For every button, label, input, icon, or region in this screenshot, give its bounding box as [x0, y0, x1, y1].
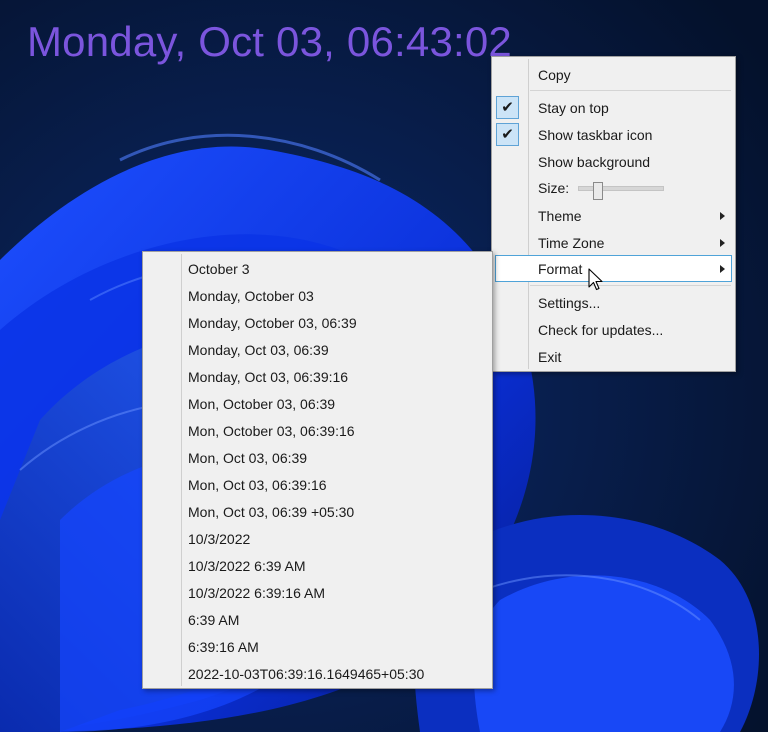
submenu-arrow-icon — [720, 239, 725, 247]
menu-item-show-background[interactable]: Show background — [492, 148, 735, 175]
menu-separator — [530, 285, 731, 286]
format-option[interactable]: 10/3/2022 6:39:16 AM — [143, 579, 492, 606]
menu-item-show-taskbar-icon[interactable]: ✔ Show taskbar icon — [492, 121, 735, 148]
menu-item-exit[interactable]: Exit — [492, 343, 735, 370]
format-option[interactable]: 10/3/2022 — [143, 525, 492, 552]
menu-item-copy[interactable]: Copy — [492, 61, 735, 88]
format-option-label: Monday, October 03 — [188, 288, 314, 304]
format-option[interactable]: Monday, Oct 03, 06:39:16 — [143, 363, 492, 390]
menu-item-size: Size: — [492, 174, 735, 201]
format-option-label: 10/3/2022 6:39 AM — [188, 558, 306, 574]
format-option[interactable]: 2022-10-03T06:39:16.1649465+05:30 — [143, 660, 492, 687]
menu-item-label: Show background — [538, 154, 651, 170]
menu-item-label: Time Zone — [538, 235, 605, 251]
format-option[interactable]: Mon, Oct 03, 06:39 — [143, 444, 492, 471]
menu-item-format[interactable]: Format — [492, 255, 735, 282]
format-option[interactable]: Monday, October 03, 06:39 — [143, 309, 492, 336]
clock-display: Monday, Oct 03, 06:43:02 — [27, 18, 512, 65]
format-option-label: Mon, October 03, 06:39:16 — [188, 423, 355, 439]
format-option[interactable]: Mon, October 03, 06:39:16 — [143, 417, 492, 444]
slider-thumb[interactable] — [593, 182, 603, 200]
size-label: Size: — [538, 180, 570, 196]
format-option-label: 2022-10-03T06:39:16.1649465+05:30 — [188, 666, 425, 682]
format-option-label: Mon, Oct 03, 06:39 — [188, 450, 308, 466]
menu-item-label: Stay on top — [538, 100, 609, 116]
format-option[interactable]: 6:39 AM — [143, 606, 492, 633]
context-menu: Copy ✔ Stay on top ✔ Show taskbar icon S… — [491, 56, 736, 372]
format-option-label: 6:39 AM — [188, 612, 240, 628]
format-option-label: October 3 — [188, 261, 250, 277]
menu-item-stay-on-top[interactable]: ✔ Stay on top — [492, 94, 735, 121]
mouse-pointer-icon — [588, 268, 603, 291]
checkmark-icon: ✔ — [496, 96, 519, 119]
menu-item-theme[interactable]: Theme — [492, 202, 735, 229]
format-option[interactable]: 10/3/2022 6:39 AM — [143, 552, 492, 579]
format-option[interactable]: Monday, Oct 03, 06:39 — [143, 336, 492, 363]
menu-item-label: Settings... — [538, 295, 601, 311]
menu-item-settings[interactable]: Settings... — [492, 289, 735, 316]
menu-item-label: Exit — [538, 349, 562, 365]
format-option[interactable]: 6:39:16 AM — [143, 633, 492, 660]
menu-item-label: Check for updates... — [538, 322, 664, 338]
format-option-label: 6:39:16 AM — [188, 639, 259, 655]
format-option[interactable]: Mon, October 03, 06:39 — [143, 390, 492, 417]
format-option[interactable]: Mon, Oct 03, 06:39:16 — [143, 471, 492, 498]
format-option-label: Mon, Oct 03, 06:39 +05:30 — [188, 504, 355, 520]
format-option[interactable]: Mon, Oct 03, 06:39 +05:30 — [143, 498, 492, 525]
slider-track — [578, 186, 664, 191]
menu-item-label: Format — [538, 261, 583, 277]
format-option[interactable]: October 3 — [143, 255, 492, 282]
menu-separator — [530, 90, 731, 91]
format-option-label: Monday, Oct 03, 06:39 — [188, 342, 329, 358]
checkmark-icon: ✔ — [496, 123, 519, 146]
highlight-box — [495, 255, 732, 282]
format-option-label: Mon, Oct 03, 06:39:16 — [188, 477, 327, 493]
format-option-label: Monday, October 03, 06:39 — [188, 315, 357, 331]
submenu-arrow-icon — [720, 265, 725, 273]
format-option-label: Monday, Oct 03, 06:39:16 — [188, 369, 349, 385]
format-option-label: Mon, October 03, 06:39 — [188, 396, 336, 412]
menu-item-label: Theme — [538, 208, 582, 224]
format-option-label: 10/3/2022 — [188, 531, 251, 547]
format-submenu: October 3 Monday, October 03 Monday, Oct… — [142, 251, 493, 689]
submenu-arrow-icon — [720, 212, 725, 220]
size-slider[interactable] — [578, 182, 664, 200]
format-option-label: 10/3/2022 6:39:16 AM — [188, 585, 325, 601]
menu-item-check-updates[interactable]: Check for updates... — [492, 316, 735, 343]
menu-item-time-zone[interactable]: Time Zone — [492, 229, 735, 256]
menu-item-label: Copy — [538, 67, 571, 83]
menu-item-label: Show taskbar icon — [538, 127, 653, 143]
format-option[interactable]: Monday, October 03 — [143, 282, 492, 309]
